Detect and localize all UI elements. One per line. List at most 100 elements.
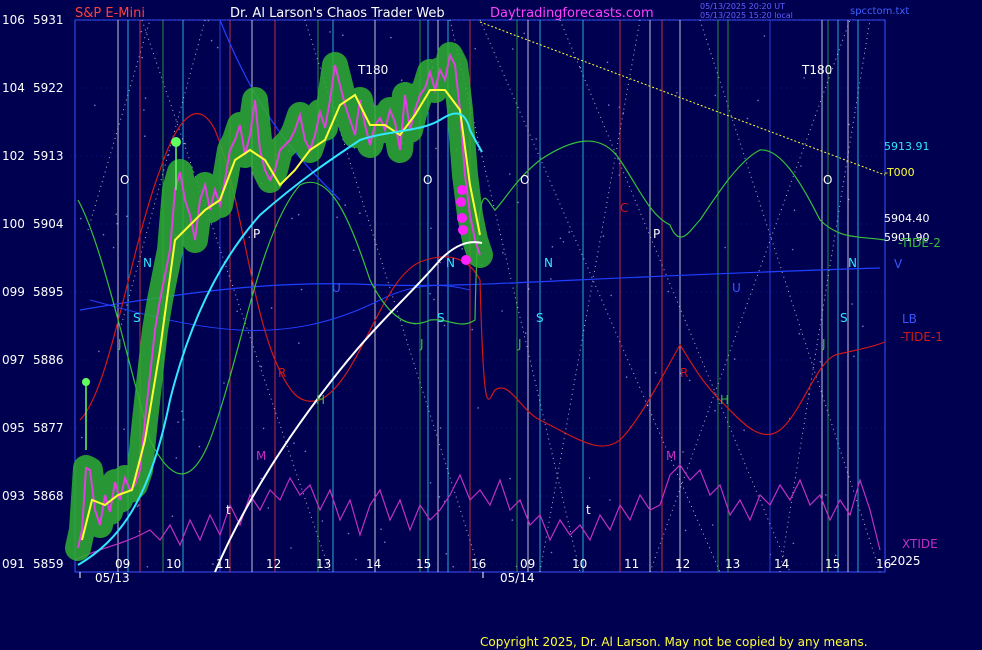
label-year: 2025 [890,554,921,568]
star-dot [355,558,357,561]
left-axis-label: 097 [2,353,25,367]
star-dot [102,233,105,236]
label-tide1: -TIDE-1 [900,330,943,344]
annotation-letter: t [586,503,591,517]
star-dot [141,56,143,59]
star-dot [212,563,214,565]
star-dot [430,227,432,229]
left-axis-label: 102 [2,149,25,163]
left-axis-label: 093 [2,489,25,503]
star-dot [126,215,128,218]
star-dot [260,365,263,368]
label-t000: -T000 [884,166,915,179]
annotation-letter: M [666,449,676,463]
star-dot [559,237,562,240]
forecast-diagonal [779,19,871,573]
star-dot [136,505,139,508]
star-dot [477,407,479,409]
hour-tick-label: 10 [572,557,587,571]
star-dot [800,165,802,167]
annotation-letter: J [117,337,122,351]
price-label-5913: 5913.91 [884,140,930,153]
star-dot [400,79,403,81]
star-dot [260,477,263,480]
star-dot [502,251,504,254]
star-dot [297,213,300,216]
star-dot [714,94,717,97]
star-dot [353,249,355,252]
star-dot [501,310,503,312]
star-dot [714,409,716,412]
star-dot [524,332,527,334]
star-dot [112,246,115,249]
hour-tick-label: 16 [876,557,891,571]
star-dot [291,217,293,220]
left-axis-label: 091 [2,557,25,571]
hour-tick-label: 13 [316,557,331,571]
star-dot [509,173,511,175]
annotation-letter: N [143,256,152,270]
star-dot [216,46,219,49]
annotation-letter: T180 [357,63,388,77]
annotation-letter: H [720,393,729,407]
star-dot [511,48,514,50]
label-tide2: -TIDE-2 [898,236,941,250]
annotation-letter: P [253,227,260,241]
annotation-letter: N [446,256,455,270]
star-dot [433,298,435,301]
annotation-letter: O [520,173,529,187]
annotation-letter: U [332,281,341,295]
annotation-letter: O [823,173,832,187]
star-dot [511,519,514,521]
hour-tick-label: 13 [725,557,740,571]
timestamp-local: 05/13/2025 15:20 local [700,11,793,20]
forecast-diagonal [699,19,881,573]
star-dot [602,235,605,237]
price-tick-label: 5886 [33,353,64,367]
star-dot [336,216,338,219]
star-dot [757,99,759,102]
signal-dot [456,197,466,207]
star-dot [834,554,837,557]
star-dot [267,507,270,509]
hour-tick-label: 12 [266,557,281,571]
star-dot [579,66,582,69]
price-tick-label: 5904 [33,217,64,231]
annotation-letter: N [848,256,857,270]
star-dot [79,217,82,220]
star-dot [588,477,591,479]
star-dot [177,421,179,423]
star-dot [471,328,474,331]
price-tick-label: 5895 [33,285,64,299]
chart-canvas: 091 5859 093 5868 095 5877 097 5886 099 5895 100 59… [2,2,943,649]
star-dot [609,499,611,501]
left-axis-label: 104 [2,81,25,95]
star-dot [298,342,300,344]
annotation-letter: R [680,366,688,380]
annotation-letter: S [840,311,848,325]
star-dot [654,372,657,374]
annotation-letter: O [423,173,432,187]
star-dot [523,32,525,35]
hour-tick-label: 09 [520,557,535,571]
star-dot [184,142,186,145]
star-dot [342,34,344,36]
hour-tick-label: 11 [216,557,231,571]
star-dot [429,292,431,295]
star-dot [304,450,307,453]
chart-root: 091 5859 093 5868 095 5877 097 5886 099 5895 100 59… [0,0,982,650]
annotation-letter: M [256,449,266,463]
signal-dot [461,255,471,265]
annotation-letter: S [437,311,445,325]
signal-dot [457,185,467,195]
price-label-5904: 5904.40 [884,212,930,225]
star-dot [610,294,612,297]
label-lb: LB [902,312,917,326]
star-dot [535,138,537,140]
left-axis-label: 099 [2,285,25,299]
star-dot [562,241,565,243]
star-dot [181,410,183,413]
star-dot [743,429,745,432]
annotation-letter: J [821,337,826,351]
left-axis-label: 106 [2,13,25,27]
